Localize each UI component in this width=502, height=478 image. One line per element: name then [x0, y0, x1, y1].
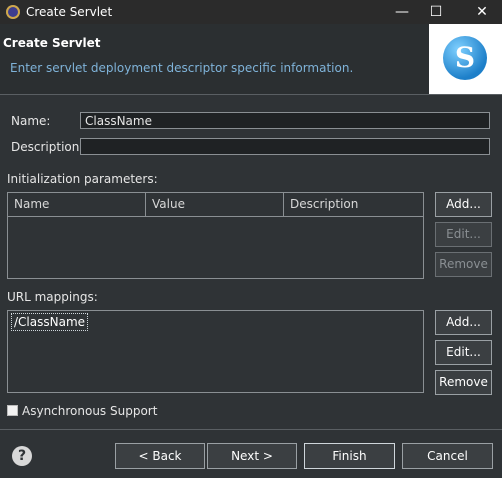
name-field[interactable]: ClassName [80, 112, 490, 129]
async-support-checkbox[interactable] [7, 405, 18, 416]
next-button[interactable]: Next > [207, 443, 297, 469]
help-icon[interactable]: ? [12, 446, 32, 466]
servlet-logo-icon: S [443, 36, 487, 80]
async-support-label: Asynchronous Support [22, 404, 158, 418]
url-mappings-remove-button[interactable]: Remove [435, 370, 492, 395]
banner-title: Create Servlet [3, 36, 101, 50]
init-params-remove-button[interactable]: Remove [435, 252, 492, 277]
eclipse-app-icon [6, 5, 20, 19]
init-params-add-button[interactable]: Add... [435, 192, 492, 217]
close-button[interactable]: ✕ [462, 0, 502, 24]
url-mappings-list[interactable]: /ClassName [7, 310, 424, 393]
servlet-logo: S [429, 24, 502, 94]
name-label: Name: [11, 114, 51, 128]
back-button[interactable]: < Back [115, 443, 205, 469]
finish-button[interactable]: Finish [304, 443, 395, 469]
description-label: Description: [11, 140, 84, 154]
cancel-button[interactable]: Cancel [402, 443, 493, 469]
maximize-button[interactable]: ☐ [416, 0, 456, 24]
column-header-name[interactable]: Name [8, 193, 146, 216]
column-header-value[interactable]: Value [146, 193, 284, 216]
url-mapping-item[interactable]: /ClassName [11, 313, 89, 331]
init-params-edit-button[interactable]: Edit... [435, 222, 492, 247]
column-header-description[interactable]: Description [284, 193, 423, 216]
description-field[interactable] [80, 138, 490, 155]
banner-description: Enter servlet deployment descriptor spec… [10, 61, 354, 75]
title-bar: Create Servlet — ☐ ✕ [0, 0, 502, 24]
init-params-table[interactable]: Name Value Description [7, 192, 424, 279]
wizard-banner: Create Servlet Enter servlet deployment … [0, 24, 502, 94]
url-mappings-label: URL mappings: [7, 290, 98, 304]
init-params-header: Name Value Description [8, 193, 423, 217]
init-params-label: Initialization parameters: [7, 172, 158, 186]
banner-separator [0, 94, 502, 95]
url-mappings-edit-button[interactable]: Edit... [435, 340, 492, 365]
url-mappings-add-button[interactable]: Add... [435, 310, 492, 335]
footer-separator [0, 429, 502, 430]
window-title: Create Servlet [26, 5, 113, 19]
